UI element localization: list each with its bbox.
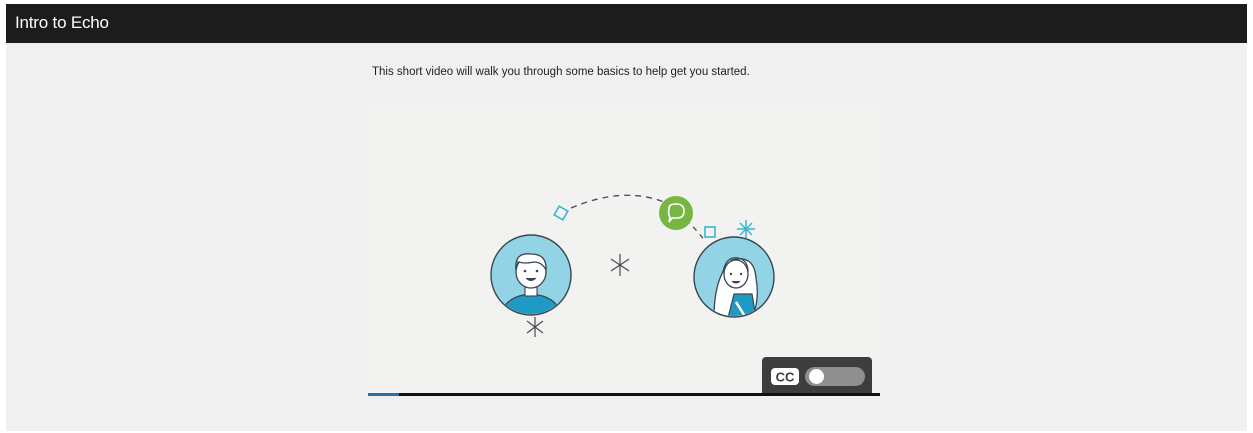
diamond-shape-icon bbox=[553, 205, 569, 221]
video-progress-fill bbox=[368, 393, 399, 396]
captions-toggle[interactable] bbox=[805, 367, 865, 386]
video-illustration bbox=[490, 194, 775, 337]
video-progress-bar[interactable] bbox=[368, 393, 880, 396]
captions-control[interactable]: CC bbox=[762, 357, 872, 393]
woman-avatar-icon bbox=[693, 236, 775, 318]
captions-label: CC bbox=[776, 370, 795, 385]
sparkle-icon bbox=[526, 317, 544, 337]
speech-bubble-icon bbox=[659, 196, 693, 230]
page-title: Intro to Echo bbox=[15, 13, 109, 32]
sparkle-icon bbox=[610, 254, 630, 276]
video-player[interactable] bbox=[368, 104, 880, 396]
toggle-knob bbox=[809, 369, 824, 384]
intro-text: This short video will walk you through s… bbox=[372, 66, 750, 78]
sparkle-icon bbox=[737, 220, 755, 238]
square-shape-icon bbox=[704, 226, 716, 238]
closed-captions-icon[interactable]: CC bbox=[770, 367, 800, 386]
title-bar: Intro to Echo bbox=[6, 4, 1247, 43]
dashed-path-left bbox=[570, 194, 665, 209]
man-avatar-icon bbox=[490, 234, 572, 316]
